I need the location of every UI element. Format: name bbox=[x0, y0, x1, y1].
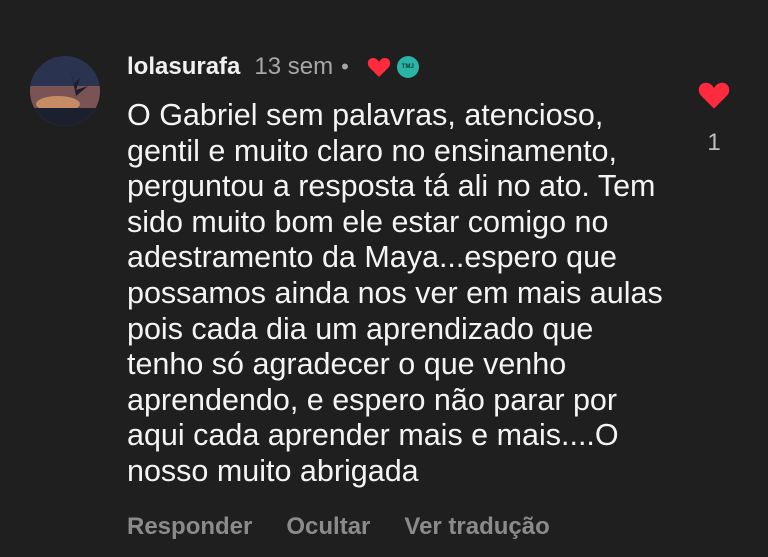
username[interactable]: lolasurafa bbox=[127, 53, 240, 81]
translate-button[interactable]: Ver tradução bbox=[404, 513, 549, 541]
avatar-image bbox=[30, 56, 100, 126]
comment-text: O Gabriel sem palavras, atencioso, genti… bbox=[127, 98, 663, 488]
avatar[interactable] bbox=[30, 56, 100, 126]
author-badge: TMJ bbox=[396, 56, 419, 78]
reply-button[interactable]: Responder bbox=[127, 513, 252, 541]
like-count: 1 bbox=[707, 129, 721, 156]
comment-meta: lolasurafa 13 sem • TMJ bbox=[127, 52, 687, 82]
like-control: 1 bbox=[696, 80, 732, 157]
hide-button[interactable]: Ocultar bbox=[286, 513, 370, 541]
comment: lolasurafa 13 sem • TMJ O Gabriel sem pa… bbox=[127, 52, 687, 541]
like-heart-icon[interactable] bbox=[697, 82, 731, 114]
timestamp: 13 sem bbox=[254, 53, 334, 80]
author-liked-heart-icon bbox=[367, 56, 391, 78]
comment-actions: Responder Ocultar Ver tradução bbox=[127, 513, 687, 541]
separator-dot: • bbox=[341, 54, 349, 79]
